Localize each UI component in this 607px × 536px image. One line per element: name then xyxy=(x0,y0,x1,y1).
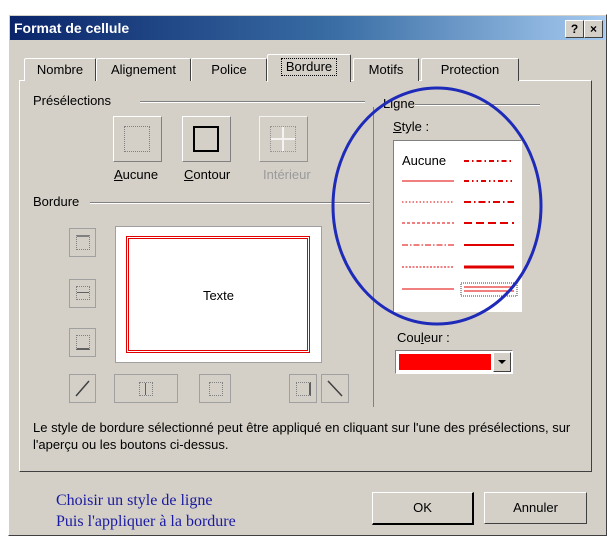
diagonal-up-icon xyxy=(75,380,90,397)
cancel-button[interactable]: Annuler xyxy=(484,492,587,524)
tab-protection[interactable]: Protection xyxy=(421,58,519,81)
preset-outline-icon xyxy=(193,126,219,152)
preset-inside-button[interactable] xyxy=(259,116,308,162)
annotation-line-2: Puis l'appliquer à la bordure xyxy=(56,513,236,530)
preset-outline-label: Contour xyxy=(184,167,231,182)
border-middle-horizontal-icon xyxy=(76,286,90,300)
preset-inside-icon xyxy=(270,126,296,152)
color-dropdown[interactable] xyxy=(395,350,513,374)
preset-none-icon xyxy=(124,126,150,152)
border-bottom-icon xyxy=(76,335,90,350)
tab-alignement[interactable]: Alignement xyxy=(96,58,191,81)
preset-none-button[interactable] xyxy=(113,116,162,162)
dialog-title: Format de cellule xyxy=(14,20,130,36)
ok-button[interactable]: OK xyxy=(372,492,474,525)
border-diagonal-down-button[interactable] xyxy=(321,374,349,403)
border-bottom-button[interactable] xyxy=(69,328,96,357)
preset-none-label: Aucune xyxy=(114,167,159,182)
preset-outline-button[interactable] xyxy=(182,116,231,162)
annotation-line-1: Choisir un style de ligne xyxy=(56,492,213,509)
border-right-button[interactable] xyxy=(289,374,317,403)
help-button[interactable]: ? xyxy=(565,20,584,38)
presets-heading: Présélections xyxy=(33,93,112,108)
tab-motifs[interactable]: Motifs xyxy=(353,58,419,81)
preview-text: Texte xyxy=(202,288,235,303)
border-preview[interactable]: Texte xyxy=(115,226,322,363)
border-heading: Bordure xyxy=(33,194,80,209)
close-button[interactable]: × xyxy=(584,20,603,38)
preset-inside-label: Intérieur xyxy=(263,167,311,182)
border-left-button[interactable] xyxy=(114,374,178,403)
border-middle-vertical-icon xyxy=(209,382,223,396)
border-left-icon xyxy=(139,382,153,396)
diagonal-down-icon xyxy=(327,380,343,397)
border-middle-vertical-button[interactable] xyxy=(199,374,231,403)
tab-bordure-label: Bordure xyxy=(280,58,338,76)
tab-bordure[interactable]: Bordure xyxy=(267,54,351,82)
tab-nombre[interactable]: Nombre xyxy=(24,58,96,81)
border-diagonal-up-button[interactable] xyxy=(69,374,96,403)
color-dropdown-button[interactable] xyxy=(493,352,511,372)
border-separator xyxy=(90,202,370,204)
border-top-icon xyxy=(76,235,90,250)
highlight-circle xyxy=(331,86,543,326)
help-text: Le style de bordure sélectionné peut êtr… xyxy=(33,420,571,452)
border-right-icon xyxy=(296,382,311,396)
chevron-down-icon xyxy=(498,360,506,364)
color-swatch xyxy=(399,354,491,370)
tab-police[interactable]: Police xyxy=(191,58,267,81)
border-middle-horizontal-button[interactable] xyxy=(69,279,96,308)
color-label: Couleur : xyxy=(397,330,450,345)
border-top-button[interactable] xyxy=(69,228,96,257)
